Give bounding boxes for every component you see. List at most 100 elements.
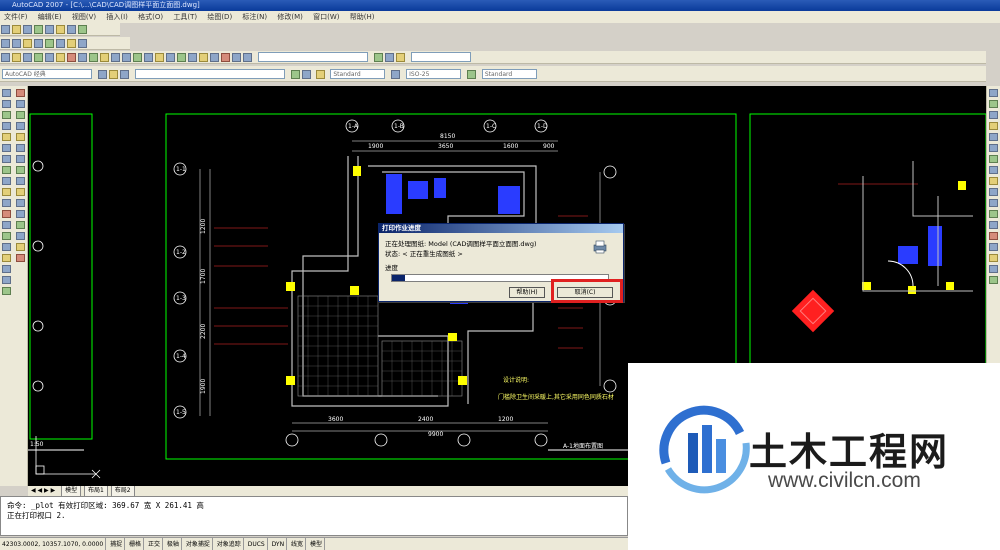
open-icon[interactable] bbox=[12, 25, 21, 34]
layer-prev-icon[interactable] bbox=[301, 70, 311, 79]
mirror-icon[interactable] bbox=[16, 111, 25, 119]
extend-icon[interactable] bbox=[16, 199, 25, 207]
preview-icon[interactable] bbox=[45, 25, 54, 34]
point-icon[interactable] bbox=[2, 232, 11, 240]
publish-file-icon[interactable] bbox=[56, 53, 65, 62]
menu-view[interactable]: 视图(V) bbox=[68, 11, 100, 23]
pan-icon[interactable] bbox=[133, 53, 142, 62]
rotate-icon[interactable] bbox=[16, 155, 25, 163]
view-icon[interactable] bbox=[989, 276, 998, 284]
trim-icon[interactable] bbox=[16, 188, 25, 196]
toggle-ortho[interactable]: 正交 bbox=[146, 538, 163, 550]
make-block-icon[interactable] bbox=[2, 221, 11, 229]
menu-insert[interactable]: 插入(I) bbox=[102, 11, 132, 23]
menu-window[interactable]: 窗口(W) bbox=[309, 11, 343, 23]
snap-from-icon[interactable] bbox=[989, 100, 998, 108]
redo-icon[interactable] bbox=[122, 53, 131, 62]
menu-help[interactable]: 帮助(H) bbox=[346, 11, 379, 23]
toggle-snap[interactable]: 捕捉 bbox=[108, 538, 126, 550]
plot-preview-icon[interactable] bbox=[45, 53, 54, 62]
snap-temp-icon[interactable] bbox=[989, 89, 998, 97]
design-center-icon[interactable] bbox=[188, 53, 197, 62]
cut-icon[interactable] bbox=[67, 25, 76, 34]
snap-tangent-icon[interactable] bbox=[989, 188, 998, 196]
explode-icon[interactable] bbox=[16, 254, 25, 262]
save-icon[interactable] bbox=[23, 25, 32, 34]
new-icon[interactable] bbox=[1, 53, 10, 62]
snap-none-icon[interactable] bbox=[989, 254, 998, 262]
circle-icon[interactable] bbox=[2, 155, 11, 163]
gradient-icon[interactable] bbox=[2, 254, 11, 262]
plot-icon[interactable] bbox=[34, 25, 43, 34]
dimension-combo[interactable] bbox=[257, 52, 368, 62]
polyline-icon[interactable] bbox=[2, 111, 11, 119]
offset-icon[interactable] bbox=[16, 122, 25, 130]
toggle-osnap[interactable]: 对象捕捉 bbox=[184, 538, 213, 550]
snap-parallel-icon[interactable] bbox=[989, 210, 998, 218]
snap-center-icon[interactable] bbox=[989, 166, 998, 174]
construction-line-icon[interactable] bbox=[2, 100, 11, 108]
mtext-icon[interactable] bbox=[12, 39, 21, 48]
dim-style-icon[interactable] bbox=[391, 70, 401, 79]
menu-tools[interactable]: 工具(T) bbox=[169, 11, 201, 23]
sheetset-icon[interactable] bbox=[210, 53, 219, 62]
table-style-combo[interactable]: Standard bbox=[481, 69, 537, 79]
qnew-icon[interactable] bbox=[1, 25, 10, 34]
text-style-combo[interactable]: Standard bbox=[330, 69, 386, 79]
arc-icon[interactable] bbox=[2, 144, 11, 152]
help-icon[interactable] bbox=[243, 53, 252, 62]
copy-icon[interactable] bbox=[78, 25, 87, 34]
copy-object-icon[interactable] bbox=[16, 100, 25, 108]
layer-state-icon[interactable] bbox=[384, 53, 394, 62]
zoom-window-icon[interactable] bbox=[155, 53, 164, 62]
tool-palettes-icon[interactable] bbox=[199, 53, 208, 62]
scaletext-icon[interactable] bbox=[56, 39, 65, 48]
rectangle-icon[interactable] bbox=[2, 133, 11, 141]
snap-endpoint-icon[interactable] bbox=[989, 111, 998, 119]
zoom-previous-icon[interactable] bbox=[166, 53, 175, 62]
snap-extension-icon[interactable] bbox=[989, 155, 998, 163]
convert-icon[interactable] bbox=[78, 39, 87, 48]
ellipse-arc-icon[interactable] bbox=[2, 199, 11, 207]
snap-midpoint-icon[interactable] bbox=[989, 122, 998, 130]
snap-settings-icon[interactable] bbox=[989, 265, 998, 273]
mtext-draw-icon[interactable] bbox=[2, 287, 11, 295]
snap-apparent-icon[interactable] bbox=[989, 144, 998, 152]
join-icon[interactable] bbox=[16, 221, 25, 229]
justify-icon[interactable] bbox=[67, 39, 76, 48]
toggle-lineweight[interactable]: 线宽 bbox=[289, 538, 307, 550]
toggle-dyn[interactable]: DYN bbox=[270, 538, 288, 550]
snap-perpendicular-icon[interactable] bbox=[989, 199, 998, 207]
calculator-icon[interactable] bbox=[232, 53, 241, 62]
layer-combo[interactable] bbox=[134, 69, 285, 79]
snap-intersection-icon[interactable] bbox=[989, 133, 998, 141]
layer-on-icon[interactable] bbox=[108, 70, 118, 79]
layer-manager-icon[interactable] bbox=[373, 53, 383, 62]
menu-modify[interactable]: 修改(M) bbox=[273, 11, 307, 23]
cut-clip-icon[interactable] bbox=[67, 53, 76, 62]
layer-combo-2[interactable] bbox=[410, 52, 471, 62]
break-icon[interactable] bbox=[16, 210, 25, 218]
workspace-settings-icon[interactable] bbox=[97, 70, 107, 79]
help-button[interactable]: 帮助(H) bbox=[509, 287, 545, 298]
hatch-icon[interactable] bbox=[2, 243, 11, 251]
table-style-icon[interactable] bbox=[467, 70, 476, 79]
properties-icon[interactable] bbox=[177, 53, 186, 62]
move-icon[interactable] bbox=[16, 144, 25, 152]
copy-clip-icon[interactable] bbox=[78, 53, 87, 62]
snap-quadrant-icon[interactable] bbox=[989, 177, 998, 185]
layer-freeze-icon[interactable] bbox=[119, 70, 129, 79]
stretch-icon[interactable] bbox=[16, 177, 25, 185]
publish-icon[interactable] bbox=[56, 25, 65, 34]
toggle-model[interactable]: 模型 bbox=[308, 538, 325, 550]
spell-icon[interactable] bbox=[34, 39, 43, 48]
toggle-polar[interactable]: 极轴 bbox=[165, 538, 182, 550]
command-line[interactable]: 命令: _plot 有效打印区域: 369.67 宽 X 261.41 高 正在… bbox=[0, 496, 628, 536]
undo-icon[interactable] bbox=[111, 53, 120, 62]
fillet-icon[interactable] bbox=[16, 243, 25, 251]
menu-format[interactable]: 格式(O) bbox=[134, 11, 167, 23]
ellipse-icon[interactable] bbox=[2, 188, 11, 196]
text-style-icon[interactable] bbox=[315, 70, 325, 79]
chamfer-icon[interactable] bbox=[16, 232, 25, 240]
snap-insert-icon[interactable] bbox=[989, 221, 998, 229]
